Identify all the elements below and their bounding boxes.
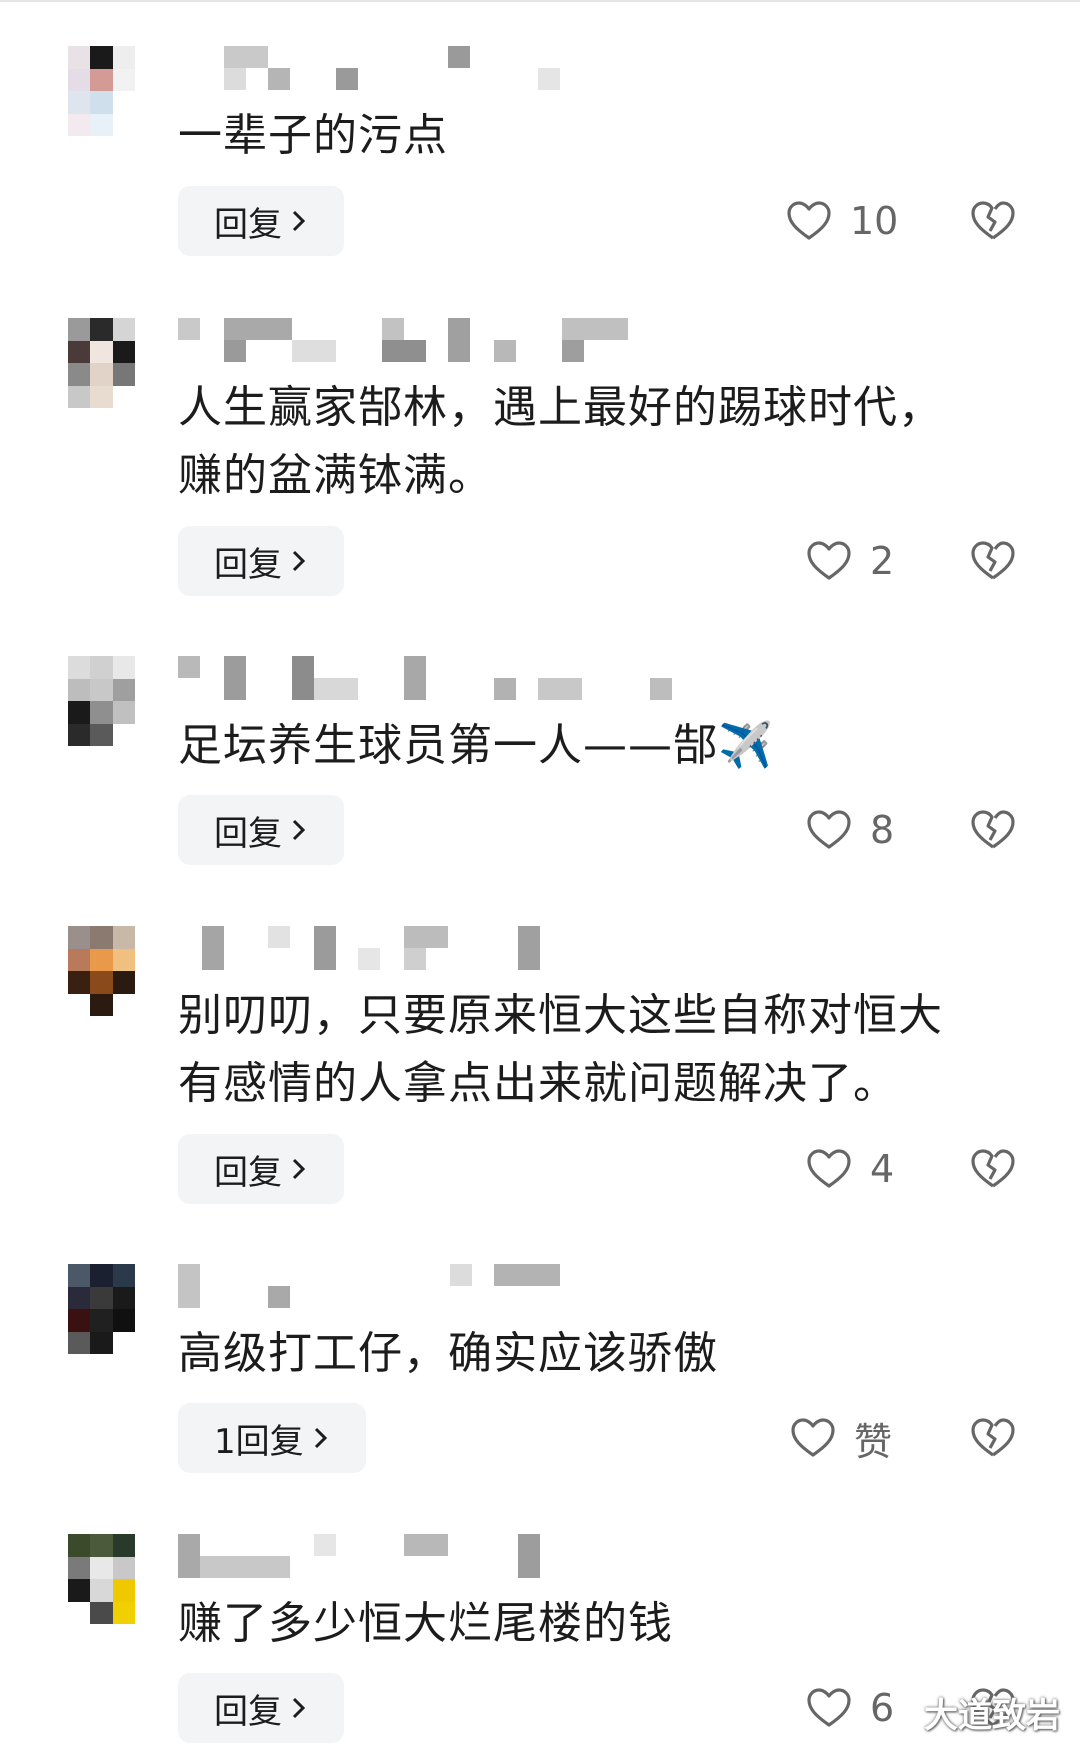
like-count: 4 — [870, 1147, 895, 1191]
chevron-right-icon — [292, 819, 306, 841]
comment-text: 高级打工仔，确实应该骄傲 — [178, 1320, 1018, 1388]
top-divider — [0, 0, 1080, 2]
comment-line: 别叨叨，只要原来恒大这些自称对恒大 — [178, 990, 943, 1041]
heart-outline-icon — [787, 201, 831, 240]
heart-outline-icon — [807, 541, 851, 580]
like-count: 6 — [870, 1686, 895, 1730]
heart-outline-icon — [791, 1418, 835, 1457]
reply-button[interactable]: 回复 — [178, 795, 344, 865]
heart-outline-icon — [807, 1688, 851, 1727]
avatar[interactable] — [68, 1264, 135, 1354]
comment-text: 足坛养生球员第一人——郜✈️ — [178, 712, 1018, 780]
like-count: 赞 — [854, 1419, 893, 1464]
reply-button[interactable]: 回复 — [178, 1673, 344, 1743]
avatar[interactable] — [68, 1534, 135, 1624]
watermark: 大道致岩 — [924, 1696, 1060, 1736]
reply-label: 1回复 — [214, 1421, 304, 1462]
avatar[interactable] — [68, 46, 135, 136]
like-button[interactable]: 6 — [806, 1673, 894, 1743]
reply-label: 回复 — [214, 1152, 282, 1193]
comment-text: 赚了多少恒大烂尾楼的钱 — [178, 1590, 1018, 1658]
like-button[interactable]: 2 — [806, 526, 894, 596]
avatar[interactable] — [68, 926, 135, 1016]
like-button[interactable]: 赞 — [790, 1403, 892, 1473]
chevron-right-icon — [292, 210, 306, 232]
chevron-right-icon — [292, 550, 306, 572]
reply-button[interactable]: 回复 — [178, 1134, 344, 1204]
reply-button[interactable]: 回复 — [178, 186, 344, 256]
like-button[interactable]: 8 — [806, 795, 894, 865]
username-pixelated[interactable] — [178, 46, 698, 96]
chevron-right-icon — [314, 1427, 327, 1449]
like-button[interactable]: 10 — [786, 186, 898, 256]
reply-label: 回复 — [214, 813, 282, 854]
like-count: 8 — [870, 808, 895, 852]
username-pixelated[interactable] — [178, 318, 698, 368]
comment-line: 赚了多少恒大烂尾楼的钱 — [178, 1598, 673, 1649]
comment-line: 足坛养生球员第一人——郜✈️ — [178, 720, 774, 771]
chevron-right-icon — [292, 1697, 306, 1719]
broken-heart-icon[interactable] — [970, 809, 1016, 851]
comment-line: 赚的盆满钵满。 — [178, 450, 493, 501]
like-button[interactable]: 4 — [806, 1134, 894, 1204]
reply-button[interactable]: 回复 — [178, 526, 344, 596]
like-count: 10 — [850, 199, 899, 243]
reply-button[interactable]: 1回复 — [178, 1403, 366, 1473]
reply-label: 回复 — [214, 204, 282, 245]
broken-heart-icon[interactable] — [970, 200, 1016, 242]
heart-outline-icon — [807, 810, 851, 849]
chevron-right-icon — [292, 1158, 306, 1180]
comment-line: 高级打工仔，确实应该骄傲 — [178, 1328, 718, 1379]
comment-line: 有感情的人拿点出来就问题解决了。 — [178, 1058, 898, 1109]
reply-label: 回复 — [214, 1691, 282, 1732]
comment-text: 别叨叨，只要原来恒大这些自称对恒大 有感情的人拿点出来就问题解决了。 — [178, 982, 1018, 1118]
broken-heart-icon[interactable] — [970, 540, 1016, 582]
username-pixelated[interactable] — [178, 656, 698, 706]
like-count: 2 — [870, 539, 895, 583]
broken-heart-icon[interactable] — [970, 1417, 1016, 1459]
username-pixelated[interactable] — [178, 926, 698, 976]
heart-outline-icon — [807, 1149, 851, 1188]
username-pixelated[interactable] — [178, 1264, 698, 1314]
avatar[interactable] — [68, 318, 135, 408]
comment-text: 一辈子的污点 — [178, 102, 1018, 170]
reply-label: 回复 — [214, 544, 282, 585]
comment-line: 人生赢家郜林，遇上最好的踢球时代， — [178, 382, 943, 433]
comment-line: 一辈子的污点 — [178, 110, 448, 161]
username-pixelated[interactable] — [178, 1534, 698, 1584]
comment-text: 人生赢家郜林，遇上最好的踢球时代， 赚的盆满钵满。 — [178, 374, 1018, 510]
avatar[interactable] — [68, 656, 135, 746]
broken-heart-icon[interactable] — [970, 1148, 1016, 1190]
